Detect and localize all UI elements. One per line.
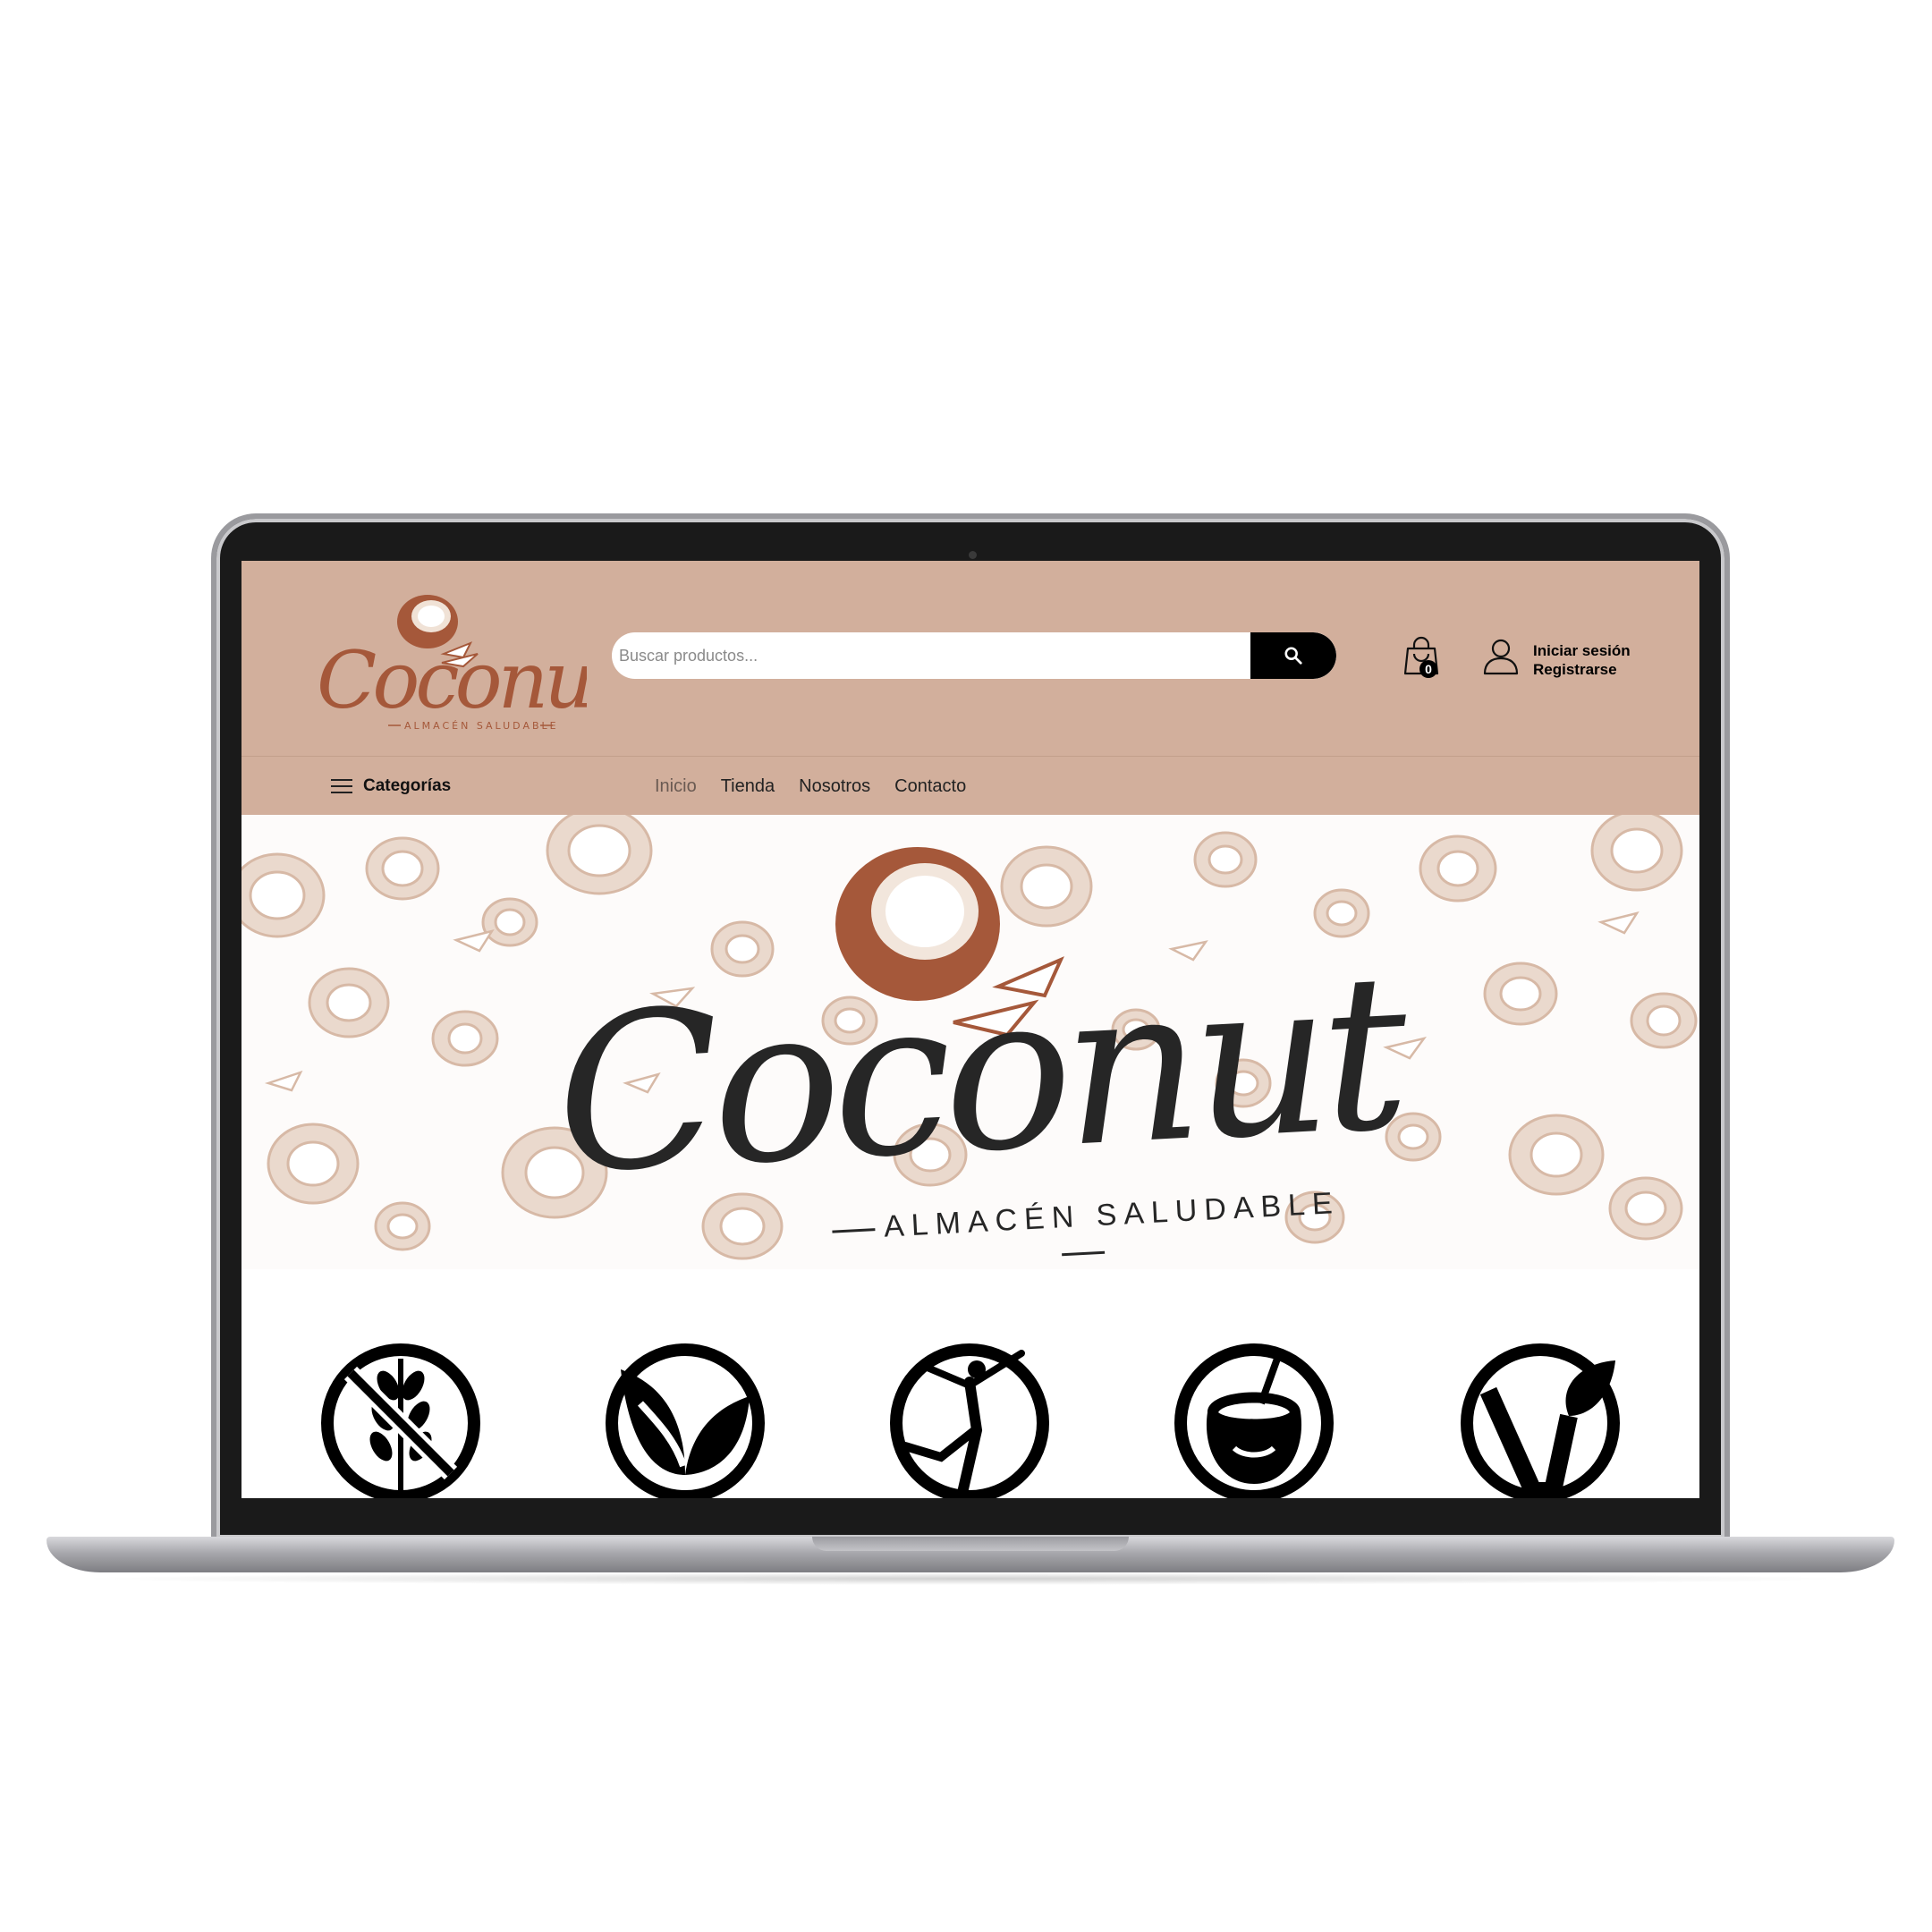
gluten-free-icon bbox=[318, 1341, 483, 1498]
account-button[interactable] bbox=[1483, 638, 1519, 675]
svg-text:Coconut: Coconut bbox=[317, 634, 587, 726]
laptop-notch bbox=[812, 1537, 1129, 1551]
nav-item-inicio[interactable]: Inicio bbox=[655, 776, 697, 797]
cart-count-badge: 0 bbox=[1419, 660, 1437, 678]
user-icon bbox=[1483, 639, 1519, 675]
nav-menu: Inicio Tienda Nosotros Contacto bbox=[655, 757, 966, 816]
categories-toggle[interactable]: Categorías bbox=[331, 757, 451, 816]
coconut-sugar-icon bbox=[1172, 1341, 1336, 1498]
camera-icon bbox=[969, 551, 977, 559]
svg-text:ALMACÉN SALUDABLE: ALMACÉN SALUDABLE bbox=[404, 720, 559, 732]
main-nav: Categorías Inicio Tienda Nosotros Contac… bbox=[242, 756, 1699, 816]
categories-label: Categorías bbox=[363, 776, 452, 795]
nav-item-tienda[interactable]: Tienda bbox=[721, 776, 775, 797]
register-link[interactable]: Registrarse bbox=[1533, 660, 1631, 679]
vegan-icon bbox=[1458, 1341, 1623, 1498]
nav-item-nosotros[interactable]: Nosotros bbox=[799, 776, 870, 797]
hero-banner: Coconut ALMACÉN SALUDABLE bbox=[242, 815, 1699, 1269]
search-bar bbox=[612, 632, 1336, 679]
laptop-shadow bbox=[72, 1572, 1869, 1585]
nav-item-contacto[interactable]: Contacto bbox=[894, 776, 966, 797]
hamburger-icon bbox=[331, 775, 352, 798]
features-badges bbox=[242, 1269, 1699, 1498]
natural-leaf-icon bbox=[603, 1341, 767, 1498]
login-link[interactable]: Iniciar sesión bbox=[1533, 641, 1631, 660]
search-button[interactable] bbox=[1250, 632, 1336, 679]
account-links: Iniciar sesión Registrarse bbox=[1533, 641, 1631, 679]
browser-screen: Coconut ALMACÉN SALUDABLE 0 bbox=[242, 561, 1699, 1498]
header-logo[interactable]: Coconut ALMACÉN SALUDABLE bbox=[301, 584, 627, 736]
site-header: Coconut ALMACÉN SALUDABLE 0 bbox=[242, 561, 1699, 756]
hero-title: Coconut bbox=[550, 927, 1405, 1222]
search-input[interactable] bbox=[612, 632, 1229, 679]
search-icon bbox=[1284, 647, 1302, 665]
fitness-icon bbox=[887, 1341, 1052, 1498]
